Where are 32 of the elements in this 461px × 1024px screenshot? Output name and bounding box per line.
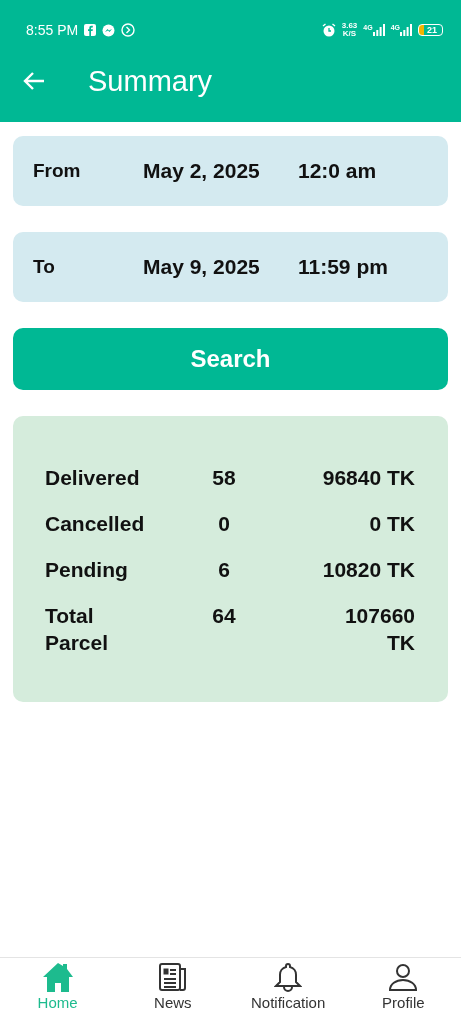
messenger-icon bbox=[102, 23, 116, 37]
date-range-field[interactable]: To May 9, 2025 11:59 pm bbox=[13, 232, 448, 302]
battery-indicator: 21 bbox=[418, 24, 443, 36]
nav-tab[interactable]: Notification bbox=[233, 962, 344, 1024]
person-icon bbox=[388, 962, 419, 992]
nav-tab[interactable]: Profile bbox=[348, 962, 459, 1024]
alarm-icon bbox=[321, 23, 336, 37]
home-icon bbox=[41, 962, 74, 992]
summary-label: Delivered bbox=[45, 465, 141, 491]
newspaper-icon bbox=[157, 962, 188, 992]
summary-amount: 96840 TK bbox=[321, 465, 415, 491]
signal-icon bbox=[400, 24, 412, 36]
speed-value: 3.63 bbox=[341, 22, 358, 30]
date-range-field[interactable]: From May 2, 2025 12:0 am bbox=[13, 136, 448, 206]
signal-icon bbox=[372, 24, 385, 36]
summary-count: 58 bbox=[211, 465, 237, 491]
summary-count: 6 bbox=[217, 557, 231, 583]
summary-amount: 0 TK bbox=[368, 511, 415, 537]
summary-count: 64 bbox=[211, 603, 237, 629]
back-arrow-icon[interactable] bbox=[23, 71, 45, 91]
facebook-icon bbox=[84, 24, 97, 36]
nav-tab[interactable]: News bbox=[117, 962, 228, 1024]
summary-amount: 107660 TK bbox=[343, 603, 415, 656]
summary-count: 0 bbox=[217, 511, 231, 537]
screen-title: Summary bbox=[88, 64, 213, 98]
speed-unit: K/S bbox=[342, 30, 357, 38]
summary-label: Total Parcel bbox=[45, 603, 110, 656]
summary-amount: 10820 TK bbox=[321, 557, 415, 583]
status-time: 8:55 PM bbox=[26, 22, 79, 38]
summary-label: Cancelled bbox=[45, 511, 146, 537]
summary-label: Pending bbox=[45, 557, 129, 583]
bell-icon bbox=[274, 962, 303, 992]
